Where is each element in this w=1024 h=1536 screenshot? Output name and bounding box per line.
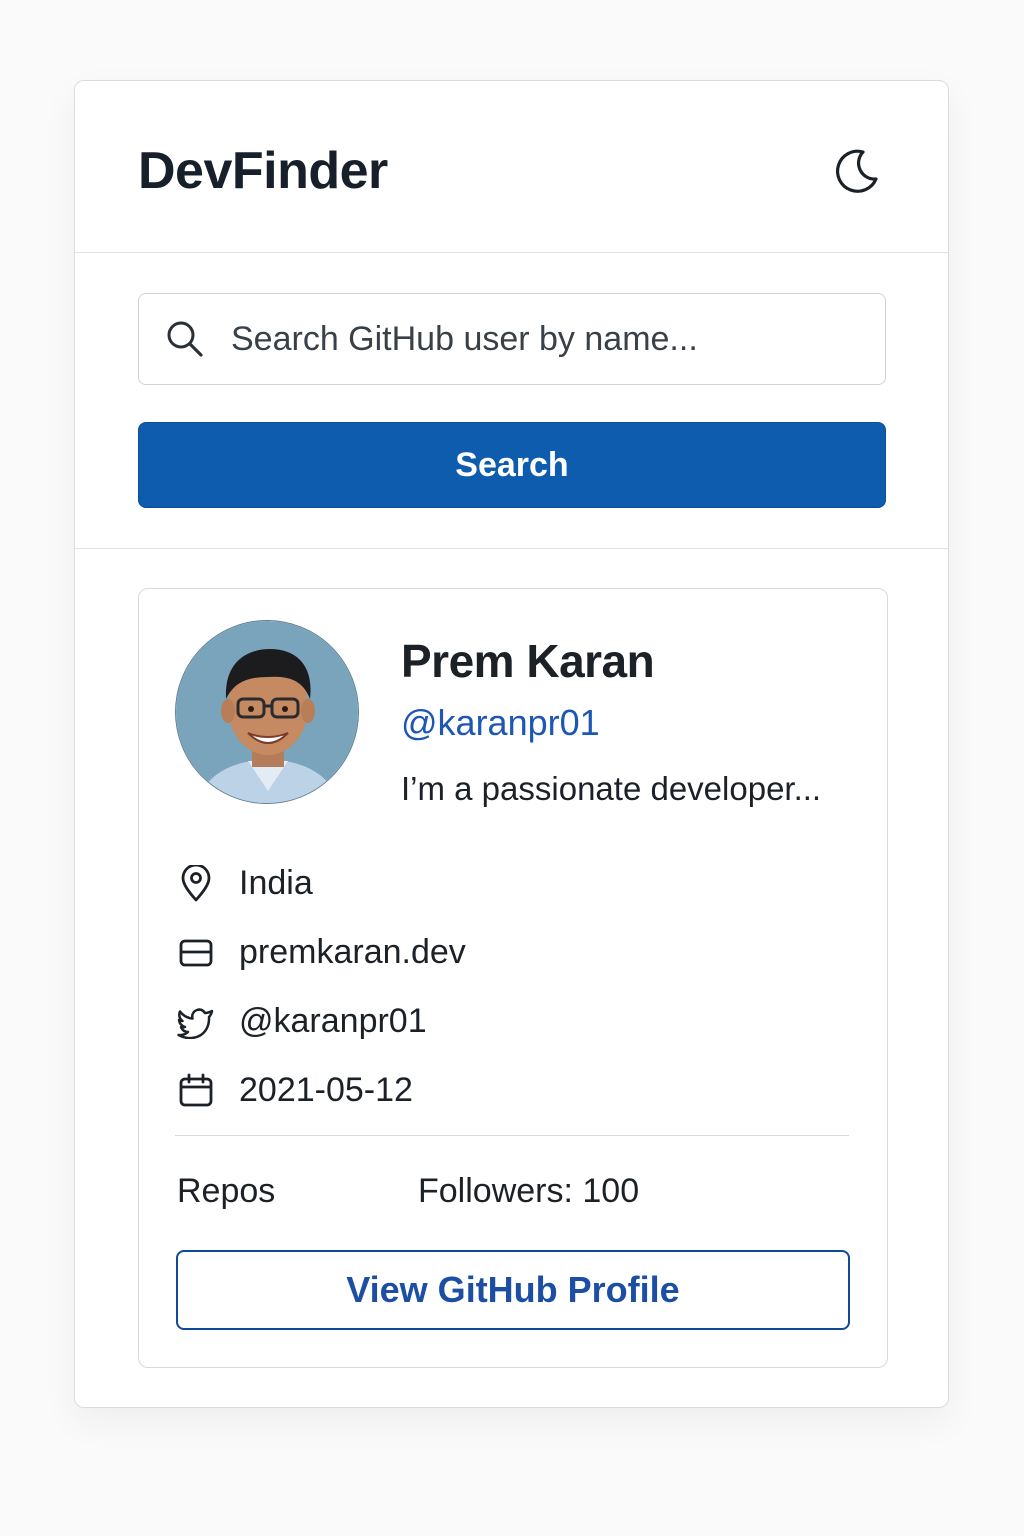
user-bio: I’m a passionate developer... (401, 770, 822, 807)
profile-card: Prem Karan @karanpr01 I’m a passionate d… (138, 588, 888, 1368)
meta-joined: 2021-05-12 (175, 1056, 855, 1125)
location-pin-icon (175, 863, 217, 905)
website-card-icon (175, 932, 217, 974)
joined-date: 2021-05-12 (239, 1071, 413, 1109)
profile-meta-list: India premkaran.dev @karanpr01 2021-05-1… (175, 849, 855, 1125)
location-text: India (239, 864, 313, 902)
calendar-icon (175, 1070, 217, 1112)
avatar (175, 620, 359, 804)
app-header: DevFinder (75, 81, 948, 253)
website-link[interactable]: premkaran.dev (239, 933, 466, 972)
user-handle-link[interactable]: @karanpr01 (401, 701, 600, 745)
followers-stat: Followers: 100 (418, 1172, 640, 1210)
search-box[interactable] (138, 293, 886, 385)
repos-stat: Repos (177, 1172, 276, 1210)
app-title: DevFinder (138, 142, 388, 200)
meta-twitter: @karanpr01 (175, 987, 855, 1056)
devfinder-app: DevFinder Search GitHub user by name... … (74, 80, 949, 1408)
twitter-link[interactable]: @karanpr01 (239, 1002, 427, 1041)
search-button[interactable]: Search (138, 422, 886, 508)
search-section: Search (75, 253, 948, 549)
search-icon (165, 319, 205, 359)
search-input[interactable] (229, 318, 853, 360)
moon-icon (835, 149, 878, 193)
view-github-profile-button[interactable]: View GitHub Profile (176, 1250, 850, 1330)
stats-divider (175, 1135, 849, 1136)
theme-toggle-button[interactable] (829, 143, 885, 199)
twitter-icon (175, 1001, 217, 1043)
meta-website: premkaran.dev (175, 918, 855, 987)
user-name: Prem Karan (401, 635, 655, 687)
meta-location: India (175, 849, 855, 918)
